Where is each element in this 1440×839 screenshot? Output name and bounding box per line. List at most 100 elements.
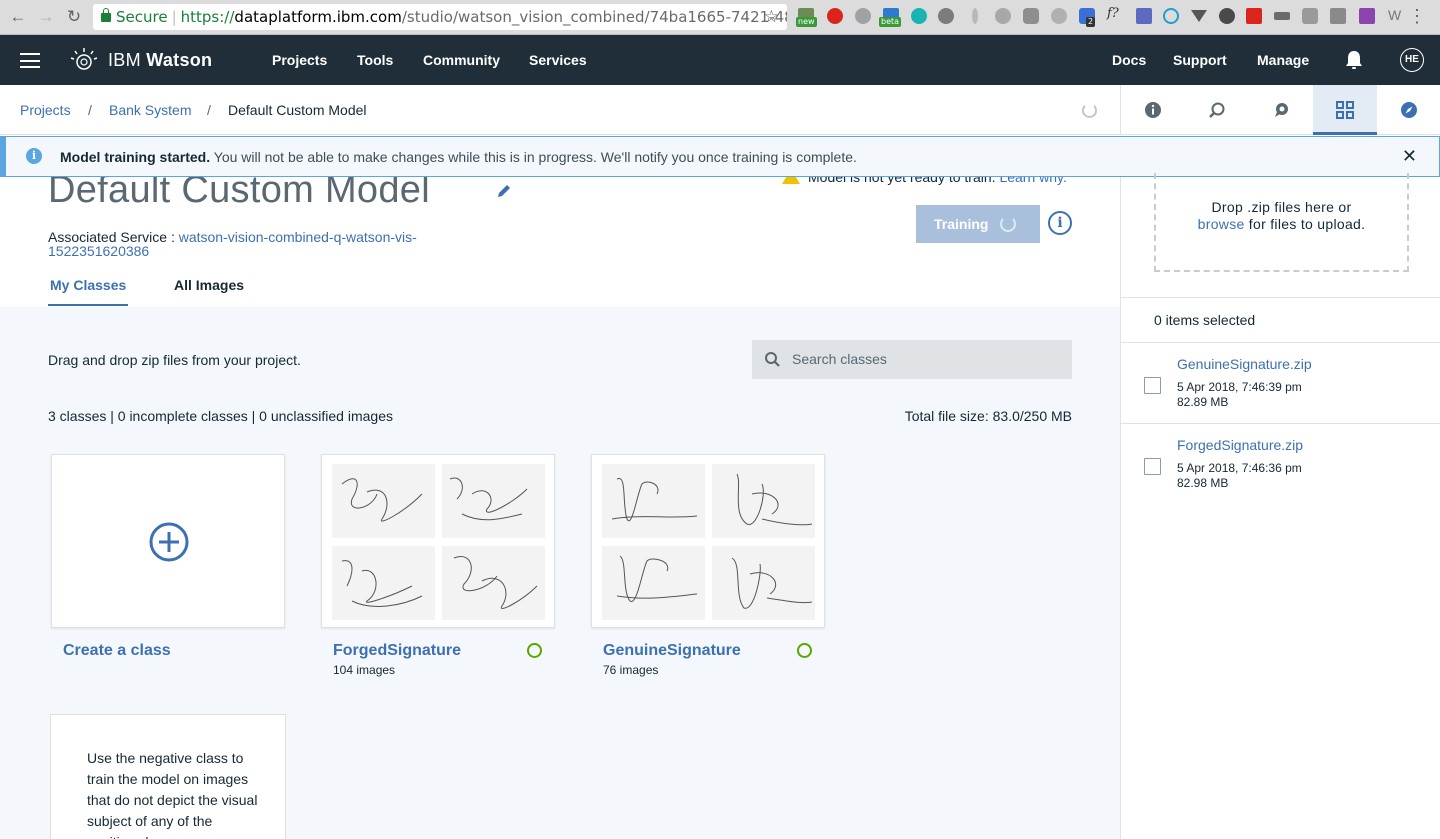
signature-thumbnail xyxy=(442,464,545,538)
signature-thumbnail xyxy=(332,546,435,620)
warning-text: Model is not yet ready to train. xyxy=(808,177,996,185)
extension-sync-icon[interactable] xyxy=(1051,8,1067,24)
watson-logo-icon xyxy=(70,48,98,70)
divider xyxy=(1121,297,1440,298)
browse-link[interactable]: browse xyxy=(1198,216,1245,232)
file-dropzone[interactable]: Drop .zip files here or browse for files… xyxy=(1154,173,1409,272)
extension-puzzle-icon[interactable] xyxy=(1359,8,1375,24)
extension-react-icon[interactable] xyxy=(1163,8,1179,24)
training-spinner-icon xyxy=(1000,216,1016,232)
extension-target-icon[interactable] xyxy=(1219,8,1235,24)
avatar[interactable]: HE xyxy=(1400,48,1424,72)
extension-mirror-icon[interactable] xyxy=(995,8,1011,24)
class-card-forged[interactable] xyxy=(321,454,555,628)
create-class-label[interactable]: Create a class xyxy=(63,642,171,660)
browser-menu-icon[interactable]: ⋮ xyxy=(1408,6,1426,27)
address-bar[interactable]: Secure | https://dataplatform.ibm.com/stud… xyxy=(93,4,787,30)
negative-class-text: Use the negative class to train the mode… xyxy=(87,750,258,839)
extension-monitor-icon[interactable] xyxy=(1330,8,1346,24)
list-item[interactable]: ForgedSignature.zip 5 Apr 2018, 7:46:36 … xyxy=(1121,423,1440,504)
nav-tools[interactable]: Tools xyxy=(357,52,393,68)
breadcrumb: Projects / Bank System / Default Custom … xyxy=(0,85,1120,135)
extension-adblock-icon[interactable] xyxy=(855,8,871,24)
browser-toolbar: ← → ↻ Secure | https://dataplatform.ibm.co… xyxy=(0,0,1440,35)
tab-all-images[interactable]: All Images xyxy=(174,277,244,293)
lock-icon xyxy=(101,8,111,22)
tab-find-data[interactable] xyxy=(1185,85,1249,135)
search-input[interactable]: Search classes xyxy=(752,340,1072,379)
tab-my-classes[interactable]: My Classes xyxy=(48,277,129,306)
hamburger-menu-icon[interactable] xyxy=(20,53,40,68)
nav-services[interactable]: Services xyxy=(529,52,587,68)
info-circle-icon[interactable]: i xyxy=(1048,211,1072,235)
back-arrow-icon[interactable]: ← xyxy=(8,7,28,27)
class-thumbnails xyxy=(602,464,816,620)
total-file-size: Total file size: 83.0/250 MB xyxy=(904,408,1072,424)
signature-thumbnail xyxy=(332,464,435,538)
breadcrumb-projects[interactable]: Projects xyxy=(20,102,71,118)
nav-community[interactable]: Community xyxy=(423,52,500,68)
file-checkbox[interactable] xyxy=(1144,377,1161,394)
create-class-card[interactable] xyxy=(51,454,285,628)
list-item[interactable]: GenuineSignature.zip 5 Apr 2018, 7:46:39… xyxy=(1121,342,1440,423)
brand-name[interactable]: IBM Watson xyxy=(108,50,212,71)
url-scheme: https:// xyxy=(180,8,235,26)
tab-data-assets[interactable] xyxy=(1313,85,1377,135)
signature-thumbnail xyxy=(712,546,815,620)
training-warning: Model is not yet ready to train. Learn w… xyxy=(782,177,1067,185)
training-button-label: Training xyxy=(934,216,989,232)
breadcrumb-bank-system[interactable]: Bank System xyxy=(109,102,191,118)
warning-icon xyxy=(782,177,800,184)
breadcrumb-separator: / xyxy=(207,102,211,118)
nav-manage[interactable]: Manage xyxy=(1257,52,1309,68)
extension-dev-icon[interactable] xyxy=(1136,8,1152,24)
comments-icon xyxy=(1275,103,1288,117)
class-card-genuine[interactable] xyxy=(591,454,825,628)
extension-cors-icon[interactable] xyxy=(1246,8,1262,24)
notification-title: Model training started. xyxy=(60,149,211,165)
bookmark-star-icon[interactable]: ☆ xyxy=(764,4,779,30)
extension-grad-icon[interactable] xyxy=(1274,12,1290,20)
extension-function-icon[interactable]: f? xyxy=(1107,6,1123,22)
nav-projects[interactable]: Projects xyxy=(272,52,327,68)
extension-w-icon[interactable]: W xyxy=(1388,7,1404,23)
tab-info[interactable] xyxy=(1121,85,1185,135)
close-icon[interactable]: ✕ xyxy=(1402,146,1417,167)
file-size: 82.89 MB xyxy=(1177,395,1229,409)
extension-vue-icon[interactable] xyxy=(1191,10,1207,22)
associated-service: Associated Service : watson-vision-combi… xyxy=(48,230,448,258)
learn-why-link[interactable]: Learn why. xyxy=(999,177,1066,185)
grid-assets-icon xyxy=(1336,101,1354,119)
signature-thumbnail xyxy=(442,546,545,620)
negative-class-card[interactable]: Use the negative class to train the mode… xyxy=(50,714,286,839)
reload-icon[interactable]: ↻ xyxy=(64,7,84,27)
tab-explore[interactable] xyxy=(1377,85,1440,135)
extension-screenshot-icon[interactable] xyxy=(1302,8,1318,24)
extension-m-icon[interactable] xyxy=(911,8,927,24)
class-count-forged: 104 images xyxy=(333,663,396,677)
extension-pin-icon[interactable] xyxy=(972,8,978,24)
nav-docs[interactable]: Docs xyxy=(1112,52,1146,68)
class-name-genuine[interactable]: GenuineSignature xyxy=(603,642,741,660)
signature-thumbnail xyxy=(602,546,705,620)
nav-support[interactable]: Support xyxy=(1173,52,1227,68)
classes-summary: 3 classes | 0 incomplete classes | 0 unc… xyxy=(48,408,393,424)
forward-arrow-icon[interactable]: → xyxy=(36,7,56,27)
file-checkbox[interactable] xyxy=(1144,458,1161,475)
loading-spinner-icon xyxy=(1082,103,1097,118)
file-name[interactable]: GenuineSignature.zip xyxy=(1177,356,1312,372)
secure-label: Secure xyxy=(116,8,168,26)
find-data-icon xyxy=(1209,102,1225,118)
class-name-forged[interactable]: ForgedSignature xyxy=(333,642,461,660)
tab-comments[interactable] xyxy=(1249,85,1313,135)
signature-thumbnail xyxy=(712,464,815,538)
extension-ublock-icon[interactable] xyxy=(827,8,843,24)
training-button[interactable]: Training xyxy=(916,205,1040,243)
extension-openai-icon[interactable] xyxy=(938,8,954,24)
edit-pencil-icon[interactable] xyxy=(496,183,512,199)
extension-k-icon[interactable] xyxy=(1023,8,1039,24)
file-name[interactable]: ForgedSignature.zip xyxy=(1177,437,1303,453)
right-panel: Drop .zip files here or browse for files… xyxy=(1120,173,1440,839)
bell-icon[interactable] xyxy=(1345,50,1363,70)
extension-ghost-badge: 2 xyxy=(1086,17,1096,27)
